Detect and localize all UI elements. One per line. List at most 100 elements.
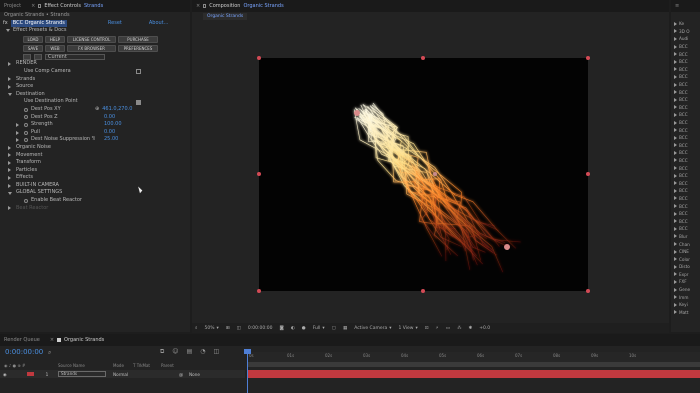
presets-row[interactable]: Effect Presets & Docs bbox=[0, 27, 190, 35]
expand-icon[interactable] bbox=[674, 264, 677, 269]
effect-name[interactable]: BCC Organic Strands bbox=[10, 19, 67, 28]
expand-icon[interactable] bbox=[8, 77, 11, 82]
mode-select[interactable]: Normal bbox=[113, 372, 141, 377]
preset-button-save[interactable]: SAVE bbox=[23, 44, 43, 52]
expand-icon[interactable] bbox=[674, 44, 677, 49]
effect-category-item[interactable]: BCC bbox=[671, 96, 700, 104]
property-value[interactable]: 461.0,270.0 bbox=[102, 106, 132, 114]
expand-icon[interactable] bbox=[674, 128, 677, 133]
stopwatch-icon[interactable] bbox=[24, 138, 28, 143]
graph-editor-icon[interactable]: ◫ bbox=[213, 348, 219, 356]
expand-icon[interactable] bbox=[674, 279, 677, 284]
work-area-bar[interactable] bbox=[247, 362, 700, 367]
layer-handle[interactable] bbox=[586, 56, 590, 60]
expand-icon[interactable] bbox=[674, 90, 677, 95]
preset-button-preferences[interactable]: PREFERENCES bbox=[118, 44, 158, 52]
effect-category-item[interactable]: Color bbox=[671, 255, 700, 263]
tab-project[interactable]: Project bbox=[4, 3, 21, 9]
expand-icon[interactable] bbox=[674, 21, 677, 26]
expand-icon[interactable] bbox=[674, 166, 677, 171]
property-row[interactable]: Use Destination Point bbox=[8, 98, 190, 106]
property-row[interactable]: Movement bbox=[8, 152, 190, 160]
expand-icon[interactable] bbox=[8, 84, 11, 89]
expand-icon[interactable] bbox=[16, 138, 19, 143]
property-value[interactable]: 0.00 bbox=[104, 129, 115, 137]
effect-category-item[interactable]: Chan bbox=[671, 240, 700, 248]
expand-icon[interactable] bbox=[674, 181, 677, 186]
expand-icon[interactable] bbox=[674, 211, 677, 216]
effect-category-item[interactable]: Expr bbox=[671, 271, 700, 279]
comp-canvas[interactable] bbox=[259, 58, 588, 291]
property-value[interactable]: 25.00 bbox=[104, 136, 118, 144]
toggle-pixel-icon[interactable]: ⊡ bbox=[425, 326, 429, 331]
stopwatch-icon[interactable] bbox=[24, 130, 28, 135]
stopwatch-icon[interactable] bbox=[24, 107, 28, 112]
property-row[interactable]: Dest Noise Suppression % 25.00 bbox=[8, 136, 190, 144]
effect-category-item[interactable]: Keyi bbox=[671, 301, 700, 309]
property-row[interactable]: Effects bbox=[8, 174, 190, 182]
expand-icon[interactable] bbox=[674, 120, 677, 125]
parent-select[interactable]: None bbox=[189, 372, 200, 377]
effect-category-item[interactable]: Imm bbox=[671, 293, 700, 301]
reset-link[interactable]: Reset bbox=[108, 20, 122, 28]
property-row[interactable]: Transform bbox=[8, 159, 190, 167]
effect-category-item[interactable]: BCC bbox=[671, 119, 700, 127]
layer-handle[interactable] bbox=[257, 56, 261, 60]
layer-handle[interactable] bbox=[421, 289, 425, 293]
expand-icon[interactable] bbox=[16, 130, 19, 135]
expand-icon[interactable] bbox=[674, 173, 677, 178]
property-row[interactable]: Particles bbox=[8, 167, 190, 175]
expand-icon[interactable] bbox=[674, 310, 677, 315]
effect-category-item[interactable]: Gene bbox=[671, 286, 700, 294]
tab-effect-controls[interactable]: × Effect Controls Strands bbox=[31, 3, 103, 9]
expand-icon[interactable] bbox=[674, 158, 677, 163]
transparency-grid-icon[interactable]: ▦ bbox=[343, 326, 347, 331]
expand-icon[interactable] bbox=[674, 196, 677, 201]
checkbox[interactable] bbox=[136, 69, 141, 75]
effect-category-item[interactable]: BCC bbox=[671, 202, 700, 210]
effect-category-item[interactable]: BCC bbox=[671, 134, 700, 142]
effect-category-item[interactable]: Matt bbox=[671, 309, 700, 317]
close-icon[interactable]: × bbox=[31, 3, 35, 9]
show-snapshot-icon[interactable]: ◐ bbox=[291, 326, 295, 331]
expand-icon[interactable] bbox=[8, 93, 12, 97]
property-row[interactable]: Beat Reactor bbox=[8, 205, 190, 213]
lock-icon[interactable] bbox=[203, 4, 207, 8]
visibility-icon[interactable]: ◉ bbox=[0, 372, 9, 377]
preset-button-purchase[interactable]: PURCHASE bbox=[118, 35, 158, 43]
stopwatch-icon[interactable] bbox=[24, 115, 28, 120]
expand-icon[interactable] bbox=[674, 188, 677, 193]
search-layers-icon[interactable]: ⌕ bbox=[48, 349, 51, 357]
expand-icon[interactable] bbox=[674, 242, 677, 247]
effect-category-item[interactable]: BCC bbox=[671, 195, 700, 203]
layer-handle[interactable] bbox=[586, 289, 590, 293]
preset-button-help[interactable]: HELP bbox=[45, 35, 65, 43]
motion-blur-icon[interactable]: ◔ bbox=[200, 348, 205, 356]
expand-icon[interactable] bbox=[8, 153, 11, 158]
preset-button-load[interactable]: LOAD bbox=[23, 35, 43, 43]
destination-point-handle[interactable] bbox=[504, 244, 510, 250]
source-point-handle[interactable] bbox=[354, 110, 360, 116]
effect-category-item[interactable]: BCC bbox=[671, 43, 700, 51]
effect-category-item[interactable]: BCC bbox=[671, 217, 700, 225]
expand-icon[interactable] bbox=[8, 183, 11, 188]
effect-category-item[interactable]: 3D O bbox=[671, 28, 700, 36]
effect-category-item[interactable]: BCC bbox=[671, 172, 700, 180]
expand-icon[interactable] bbox=[674, 257, 677, 262]
expand-icon[interactable] bbox=[8, 191, 12, 195]
effect-category-item[interactable]: BCC bbox=[671, 126, 700, 134]
expand-icon[interactable] bbox=[674, 112, 677, 117]
source-name-header[interactable]: Source Name bbox=[58, 363, 113, 368]
expand-icon[interactable] bbox=[674, 249, 677, 254]
property-row[interactable]: Dest Pos Z 0.00 bbox=[8, 114, 190, 122]
effect-category-item[interactable]: BCC bbox=[671, 81, 700, 89]
effect-category-item[interactable]: Ke bbox=[671, 20, 700, 28]
property-row[interactable]: Source bbox=[8, 83, 190, 91]
effect-category-item[interactable]: BCC bbox=[671, 164, 700, 172]
expand-icon[interactable] bbox=[8, 145, 11, 150]
property-row[interactable]: Strength 100.00 bbox=[8, 121, 190, 129]
label-color-icon[interactable] bbox=[27, 372, 34, 376]
preset-button-fx-browser[interactable]: FX BROWSER bbox=[67, 44, 116, 52]
property-value[interactable]: 100.00 bbox=[104, 121, 122, 129]
crosshair-icon[interactable]: ⊕ bbox=[95, 106, 99, 114]
